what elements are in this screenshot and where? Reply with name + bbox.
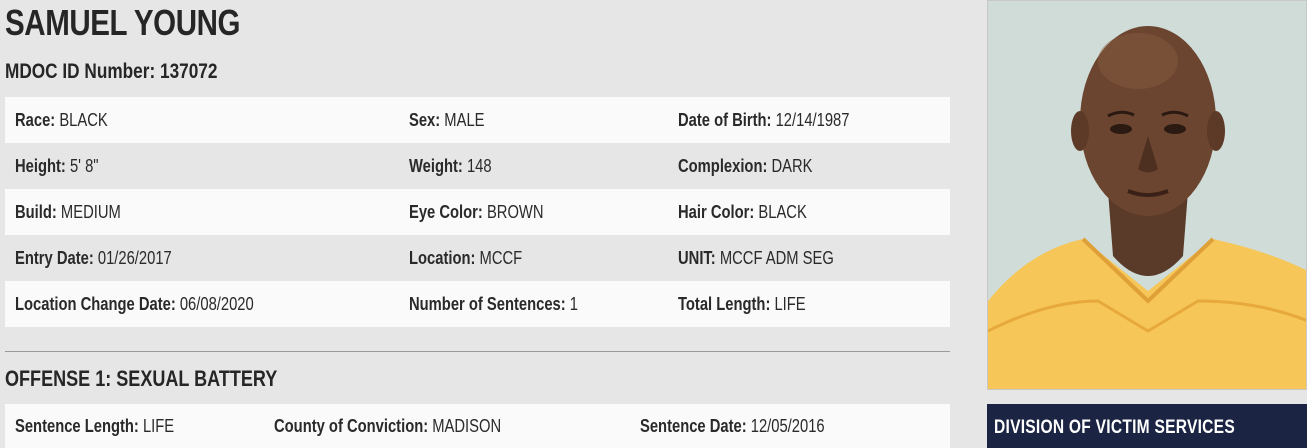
detail-value: 01/26/2017: [97, 247, 172, 268]
details-row: Height: 5' 8" Weight: 148 Complexion: DA…: [5, 143, 950, 189]
victim-services-banner[interactable]: DIVISION OF VICTIM SERVICES: [987, 404, 1307, 448]
detail-label: Height:: [15, 155, 66, 176]
mdoc-id-value: 137072: [159, 60, 218, 83]
inmate-details-table: Race: BLACK Sex: MALE Date of Birth: 12/…: [5, 97, 950, 327]
detail-location-change-date: Location Change Date: 06/08/2020: [15, 294, 306, 315]
detail-value: MEDIUM: [60, 201, 121, 222]
inmate-name-text: SAMUEL YOUNG: [5, 2, 241, 43]
detail-label: Number of Sentences:: [409, 293, 566, 314]
offense-label: County of Conviction:: [274, 416, 429, 436]
offense-sentence-date: Sentence Date: 12/05/2016: [640, 416, 865, 437]
offense-label: Sentence Length:: [15, 416, 139, 436]
inmate-photo-image: [988, 1, 1306, 389]
detail-build: Build: MEDIUM: [15, 202, 144, 223]
offense-details-row: Sentence Length: LIFE County of Convicti…: [5, 404, 950, 448]
detail-eye-color: Eye Color: BROWN: [409, 202, 573, 223]
inmate-photo: [987, 0, 1307, 390]
offense-value: MADISON: [432, 416, 502, 436]
detail-entry-date: Entry Date: 01/26/2017: [15, 248, 206, 269]
detail-label: Weight:: [409, 155, 463, 176]
detail-label: Sex:: [409, 109, 441, 130]
detail-value: 1: [569, 293, 578, 314]
offense-value: LIFE: [142, 416, 175, 436]
detail-weight: Weight: 148: [409, 156, 510, 177]
detail-label: Complexion:: [678, 155, 768, 176]
details-row: Build: MEDIUM Eye Color: BROWN Hair Colo…: [5, 189, 950, 235]
detail-complexion: Complexion: DARK: [678, 156, 842, 177]
detail-value: LIFE: [774, 293, 806, 314]
mdoc-id-label: MDOC ID Number:: [5, 60, 156, 83]
detail-location: Location: MCCF: [409, 248, 547, 269]
detail-value: BROWN: [486, 201, 544, 222]
victim-services-label: DIVISION OF VICTIM SERVICES: [994, 417, 1235, 438]
offense-heading: OFFENSE 1: SEXUAL BATTERY: [5, 366, 337, 392]
detail-total-length: Total Length: LIFE: [678, 294, 834, 315]
inmate-name-title: SAMUEL YOUNG: [5, 2, 292, 44]
details-row: Race: BLACK Sex: MALE Date of Birth: 12/…: [5, 97, 950, 143]
mdoc-id-line: MDOC ID Number: 137072: [5, 60, 264, 84]
detail-label: Eye Color:: [409, 201, 483, 222]
detail-unit: UNIT: MCCF ADM SEG: [678, 248, 868, 269]
offense-label: Sentence Date:: [640, 416, 747, 436]
offense-value: 12/05/2016: [750, 416, 825, 436]
detail-value: 148: [466, 155, 492, 176]
detail-label: Location:: [409, 247, 476, 268]
detail-dob: Date of Birth: 12/14/1987: [678, 110, 887, 131]
detail-label: Hair Color:: [678, 201, 755, 222]
detail-value: MCCF: [479, 247, 523, 268]
detail-label: Build:: [15, 201, 57, 222]
detail-value: 5' 8": [69, 155, 99, 176]
section-divider: [5, 351, 950, 352]
detail-label: UNIT:: [678, 247, 716, 268]
detail-value: MALE: [444, 109, 485, 130]
detail-sex: Sex: MALE: [409, 110, 501, 131]
details-row: Location Change Date: 06/08/2020 Number …: [5, 281, 950, 327]
details-row: Entry Date: 01/26/2017 Location: MCCF UN…: [5, 235, 950, 281]
mdoc-id-text: MDOC ID Number: 137072: [5, 60, 217, 84]
detail-value: 12/14/1987: [775, 109, 850, 130]
detail-value: MCCF ADM SEG: [719, 247, 834, 268]
detail-height: Height: 5' 8": [15, 156, 117, 177]
detail-value: BLACK: [59, 109, 108, 130]
detail-value: BLACK: [758, 201, 807, 222]
detail-label: Location Change Date:: [15, 293, 176, 314]
detail-number-of-sentences: Number of Sentences: 1: [409, 294, 615, 315]
offense-sentence-length: Sentence Length: LIFE: [15, 416, 209, 437]
detail-race: Race: BLACK: [15, 110, 128, 131]
detail-label: Entry Date:: [15, 247, 94, 268]
detail-value: 06/08/2020: [179, 293, 254, 314]
detail-value: DARK: [771, 155, 813, 176]
detail-label: Date of Birth:: [678, 109, 772, 130]
offense-county: County of Conviction: MADISON: [274, 416, 551, 437]
detail-label: Race:: [15, 109, 56, 130]
detail-hair-color: Hair Color: BLACK: [678, 202, 835, 223]
offense-heading-text: OFFENSE 1: SEXUAL BATTERY: [5, 366, 278, 391]
detail-label: Total Length:: [678, 293, 771, 314]
